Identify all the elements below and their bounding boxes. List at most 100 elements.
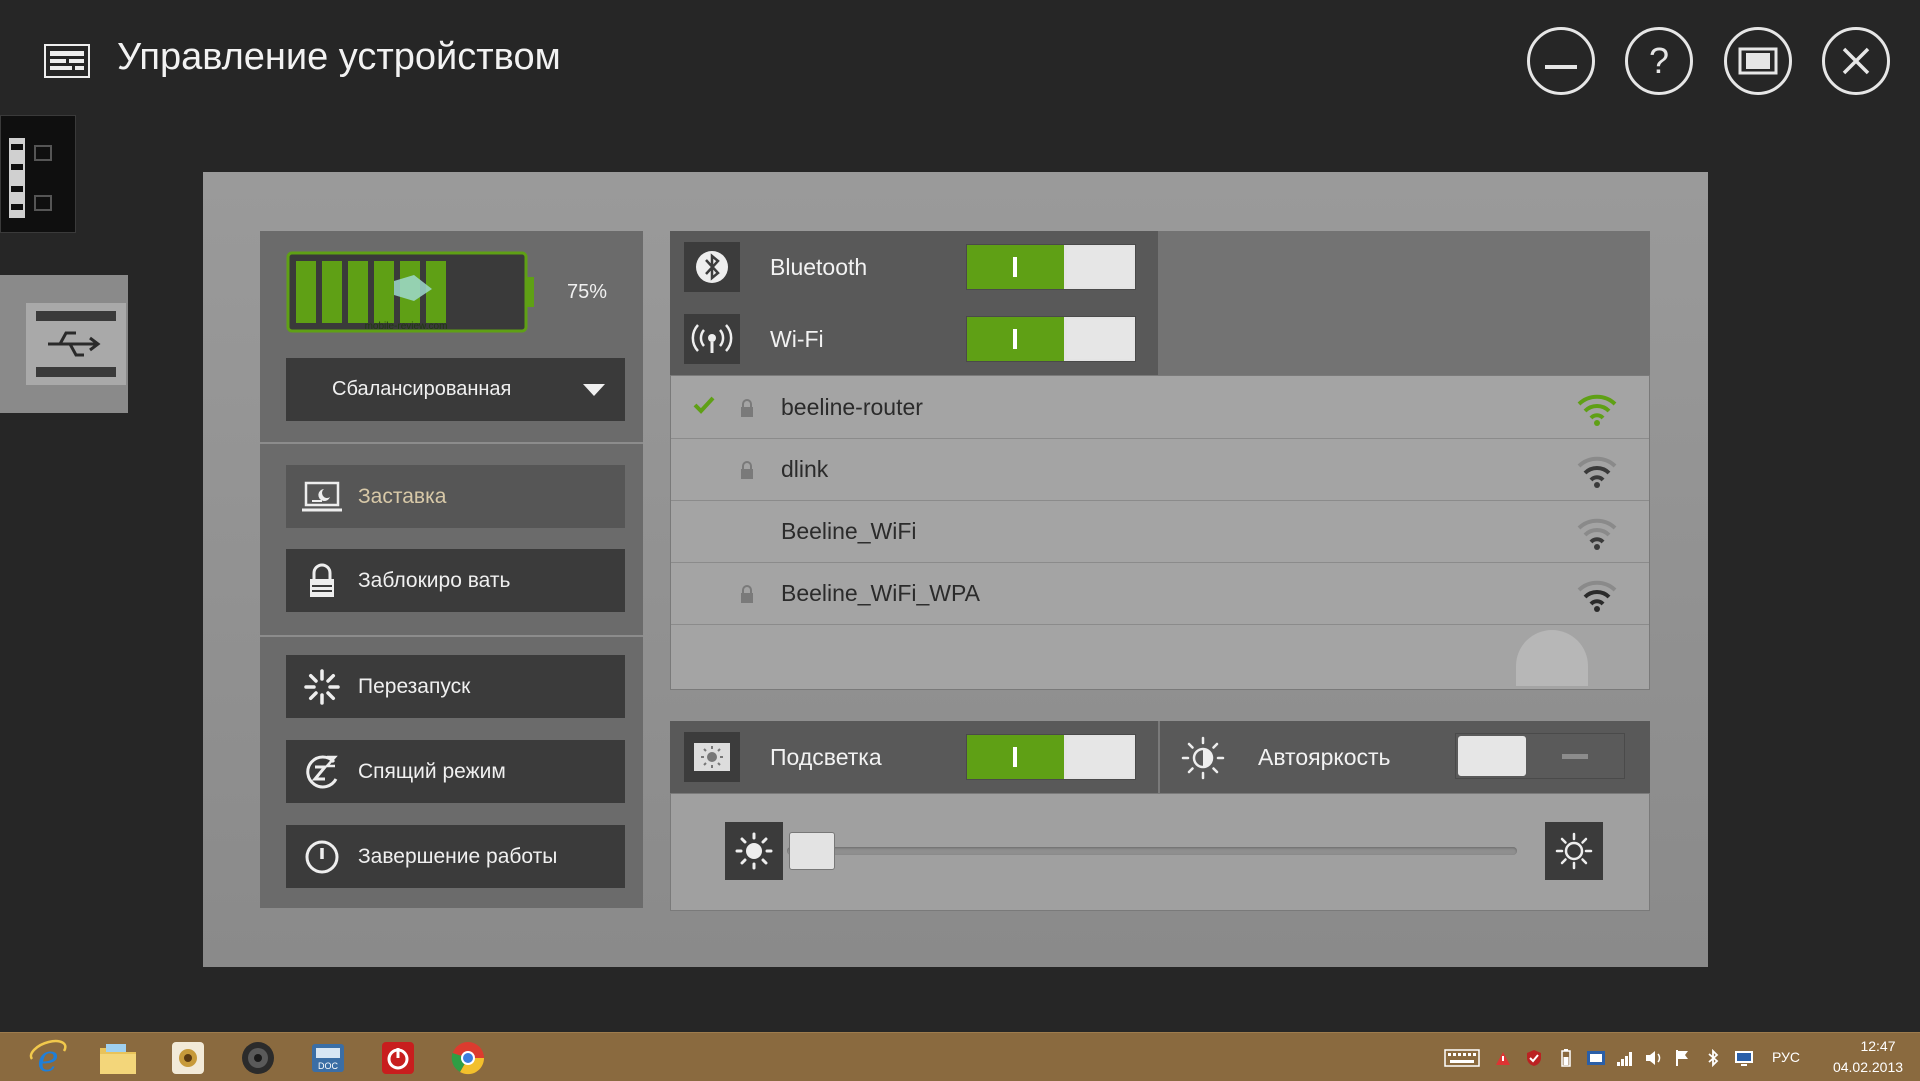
restart-icon: [300, 665, 344, 709]
volume-icon[interactable]: [1644, 1049, 1664, 1067]
hdmi-port-icon: [9, 138, 52, 218]
minimize-button[interactable]: [1527, 27, 1595, 95]
display-tray-icon[interactable]: [1586, 1049, 1606, 1067]
wifi-network-list: beeline-router dlink Beeline_WiFi Beelin…: [670, 375, 1650, 690]
flag-icon[interactable]: [1674, 1049, 1690, 1067]
sleep-label: Спящий режим: [358, 759, 506, 783]
battery-tray-icon[interactable]: [1560, 1049, 1572, 1067]
row-filler: [1158, 231, 1650, 303]
network-ssid: beeline-router: [781, 394, 923, 420]
wifi-toggle[interactable]: [966, 316, 1136, 362]
power-app-icon[interactable]: [378, 1039, 418, 1077]
brightness-slider-track[interactable]: [787, 847, 1517, 855]
close-icon: [1842, 47, 1870, 75]
battery-cell: [452, 261, 472, 323]
sun-high-icon: [1555, 832, 1593, 870]
power-profile-value: Сбалансированная: [332, 378, 512, 400]
battery-cell: [322, 261, 342, 323]
power-column: mobile-review.com 75% Сбалансированная З…: [260, 231, 643, 908]
network-row[interactable]: Beeline_WiFi_WPA: [671, 562, 1649, 625]
network-row[interactable]: beeline-router: [671, 376, 1649, 439]
network-alert-icon[interactable]: [1494, 1049, 1512, 1067]
wifi-row: Wi-Fi: [670, 303, 1650, 375]
file-explorer-icon[interactable]: [98, 1039, 138, 1077]
lock-icon: [300, 559, 344, 603]
clock-time[interactable]: 12:47: [1838, 1038, 1918, 1054]
shield-icon[interactable]: [1526, 1049, 1542, 1067]
auto-brightness-icon: [1181, 736, 1225, 780]
restart-label: Перезапуск: [358, 674, 471, 698]
sleep-button[interactable]: Спящий режим: [286, 740, 625, 803]
toggle-on-indicator: [967, 245, 1064, 289]
language-indicator[interactable]: РУС: [1772, 1049, 1800, 1065]
close-button[interactable]: [1822, 27, 1890, 95]
help-button[interactable]: ?: [1625, 27, 1693, 95]
bluetooth-tray-icon[interactable]: [1706, 1049, 1720, 1067]
sun-low-icon: [735, 832, 773, 870]
brightness-low-button[interactable]: [725, 822, 783, 880]
screensaver-button[interactable]: Заставка: [286, 465, 625, 528]
bluetooth-label: Bluetooth: [770, 254, 868, 280]
usb-port-indicator: [0, 275, 128, 413]
network-row[interactable]: dlink: [671, 438, 1649, 501]
fullscreen-icon: [1738, 47, 1778, 75]
lock-icon: [741, 399, 753, 417]
power-icon: [300, 835, 344, 879]
chrome-icon[interactable]: [448, 1039, 488, 1077]
signal-bars-icon[interactable]: [1616, 1049, 1634, 1067]
device-control-app-icon: [44, 44, 90, 78]
connected-check-icon: [693, 396, 715, 414]
toggle-off-indicator: [1562, 754, 1588, 759]
wifi-antenna-icon: [684, 314, 740, 364]
brightness-slider-thumb[interactable]: [789, 832, 835, 870]
list-scroll-handle[interactable]: [1516, 630, 1588, 686]
shutdown-button[interactable]: Завершение работы: [286, 825, 625, 888]
brightness-high-button[interactable]: [1545, 822, 1603, 880]
keyboard-icon[interactable]: [1444, 1049, 1480, 1067]
app-icon[interactable]: [168, 1039, 208, 1077]
battery-percent: 75%: [567, 281, 608, 303]
wifi-signal-icon: [1577, 580, 1617, 612]
taskbar: e DOC РУС 12:47 04.02.2013: [0, 1032, 1920, 1081]
network-ssid: Beeline_WiFi_WPA: [781, 580, 980, 606]
lock-label: Заблокиро вать: [358, 568, 511, 592]
restart-button[interactable]: Перезапуск: [286, 655, 625, 718]
battery-cell: [478, 261, 498, 323]
battery-cell: [296, 261, 316, 323]
document-app-icon[interactable]: DOC: [308, 1039, 348, 1077]
battery-cell: [348, 261, 368, 323]
network-ssid: Beeline_WiFi: [781, 518, 917, 544]
shutdown-label: Завершение работы: [358, 844, 558, 868]
lock-button[interactable]: Заблокиро вать: [286, 549, 625, 612]
svg-text:mobile-review.com: mobile-review.com: [365, 321, 448, 332]
minimize-icon: [1545, 65, 1577, 69]
toggle-knob: [1067, 247, 1133, 287]
sleep-icon: [300, 750, 344, 794]
bluetooth-toggle[interactable]: [966, 244, 1136, 290]
auto-brightness-toggle[interactable]: [1455, 733, 1625, 779]
battery-cell: [374, 261, 394, 323]
internet-explorer-icon[interactable]: e: [28, 1039, 68, 1077]
network-row[interactable]: Beeline_WiFi: [671, 500, 1649, 563]
speaker-app-icon[interactable]: [238, 1039, 278, 1077]
hdmi-port-indicator: [0, 115, 76, 233]
row-filler: [1158, 303, 1650, 375]
backlight-icon: [684, 732, 740, 782]
lock-icon: [741, 585, 753, 603]
clock-date[interactable]: 04.02.2013: [1818, 1059, 1918, 1075]
backlight-label: Подсветка: [770, 744, 882, 770]
question-icon: ?: [1649, 41, 1669, 81]
fullscreen-button[interactable]: [1724, 27, 1792, 95]
divider: [260, 442, 643, 444]
power-profile-dropdown[interactable]: Сбалансированная: [286, 358, 625, 421]
auto-brightness-label: Автояркость: [1258, 744, 1391, 770]
toggle-knob: [1458, 736, 1526, 776]
svg-text:?: ?: [1649, 41, 1669, 81]
display-row: Подсветка Автояркость: [670, 721, 1650, 793]
chevron-down-icon: [583, 384, 605, 396]
network-ssid: dlink: [781, 456, 829, 482]
monitor-tray-icon[interactable]: [1734, 1049, 1754, 1067]
divider: [1158, 721, 1160, 793]
backlight-toggle[interactable]: [966, 734, 1136, 780]
wifi-signal-icon: [1577, 456, 1617, 488]
